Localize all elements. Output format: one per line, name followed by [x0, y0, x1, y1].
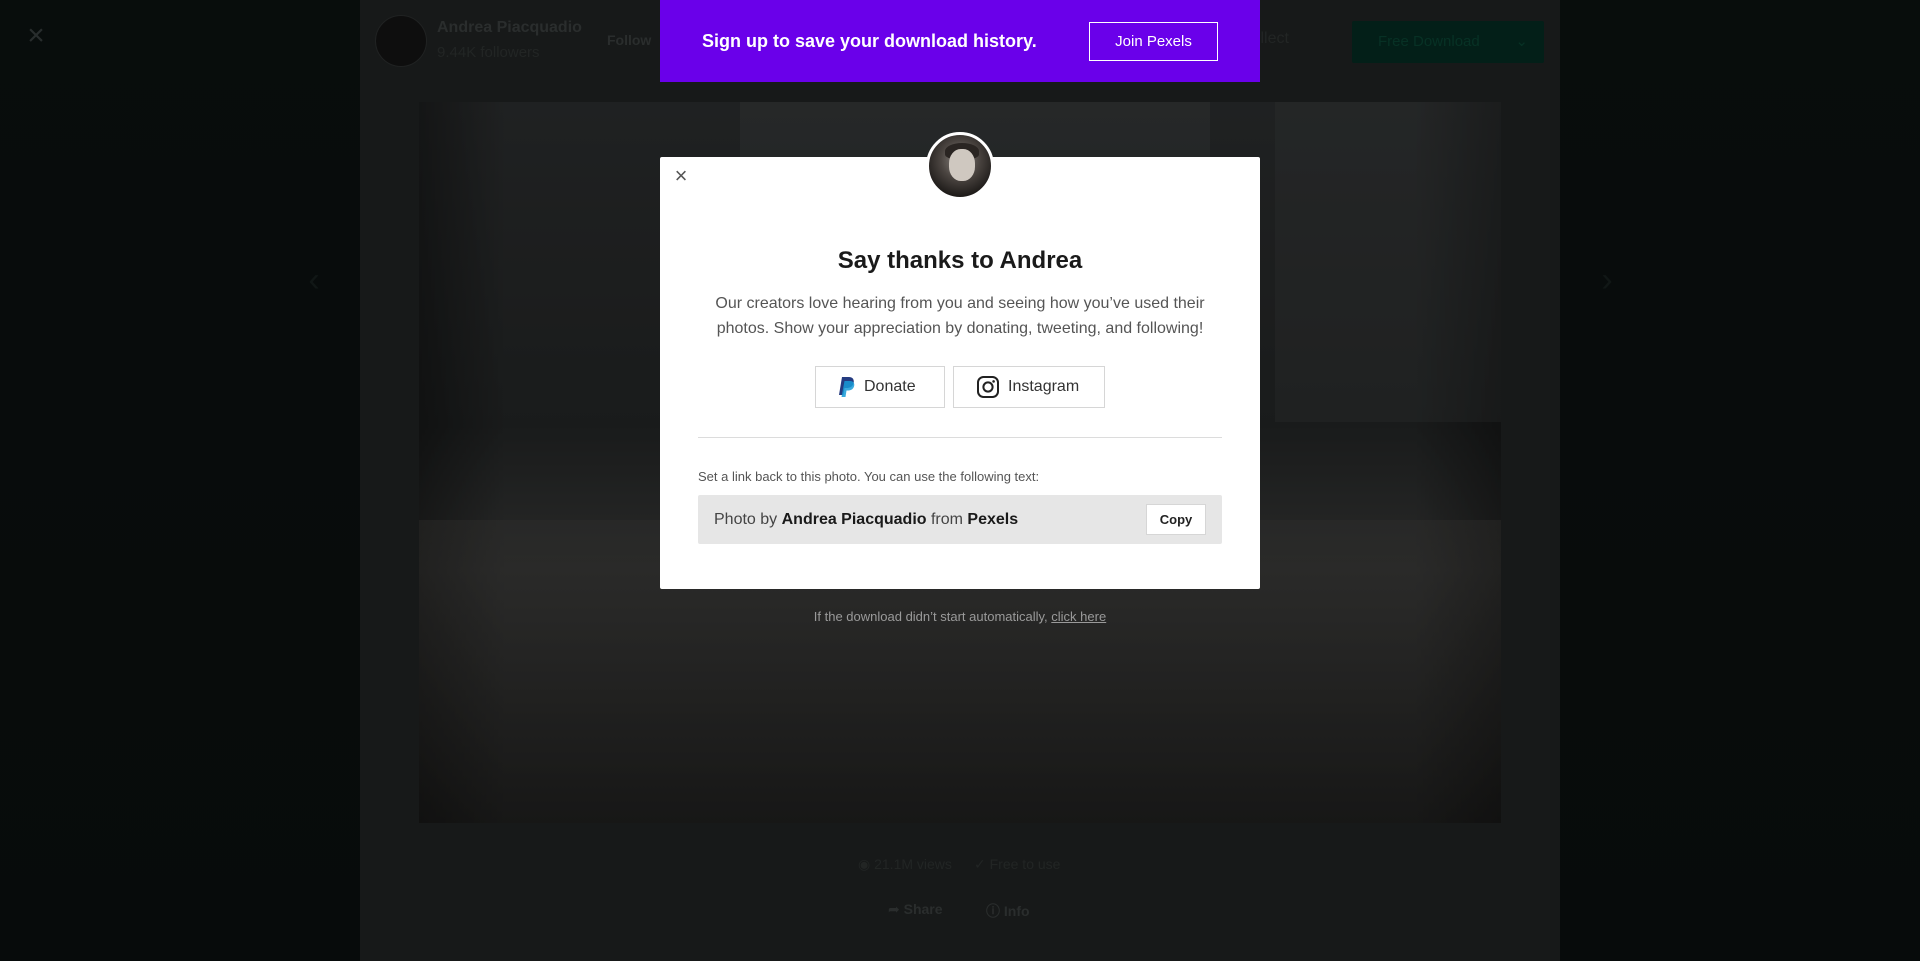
- attribution-box: Photo by Andrea Piacquadio from Pexels C…: [698, 495, 1222, 544]
- donate-label: Donate: [864, 378, 916, 395]
- download-note: If the download didn’t start automatical…: [0, 609, 1920, 624]
- instagram-icon: [976, 375, 1000, 399]
- attribution-prefix: Photo by: [714, 510, 782, 528]
- avatar-face: [949, 149, 975, 181]
- attribution-text: Photo by Andrea Piacquadio from Pexels: [714, 511, 1146, 529]
- social-buttons: Donate Instagram: [660, 366, 1260, 408]
- attribution-author: Andrea Piacquadio: [781, 510, 927, 528]
- divider: [698, 437, 1222, 438]
- signup-banner: Sign up to save your download history. J…: [660, 0, 1260, 82]
- modal-description: Our creators love hearing from you and s…: [715, 295, 1205, 337]
- copy-button[interactable]: Copy: [1146, 504, 1206, 535]
- click-here-link[interactable]: click here: [1051, 609, 1106, 624]
- avatar: [926, 132, 994, 200]
- attribution-site: Pexels: [967, 510, 1019, 528]
- attribution-middle: from: [926, 510, 968, 528]
- download-note-text: If the download didn’t start automatical…: [813, 609, 1052, 624]
- donate-button[interactable]: Donate: [815, 366, 945, 408]
- close-icon[interactable]: ×: [671, 165, 691, 187]
- page: × Andrea Piacquadio 9.44K followers Foll…: [0, 0, 1920, 961]
- modal-title: Say thanks to Andrea: [837, 247, 1083, 274]
- instagram-button[interactable]: Instagram: [953, 366, 1105, 408]
- join-pexels-button[interactable]: Join Pexels: [1089, 21, 1218, 61]
- signup-banner-text: Sign up to save your download history.: [702, 30, 1037, 51]
- instagram-label: Instagram: [1008, 378, 1080, 395]
- paypal-icon: [836, 376, 856, 398]
- attribution-label: Set a link back to this photo. You can u…: [698, 469, 1040, 484]
- say-thanks-modal: × Say thanks to Andrea Our creators love…: [660, 132, 1260, 589]
